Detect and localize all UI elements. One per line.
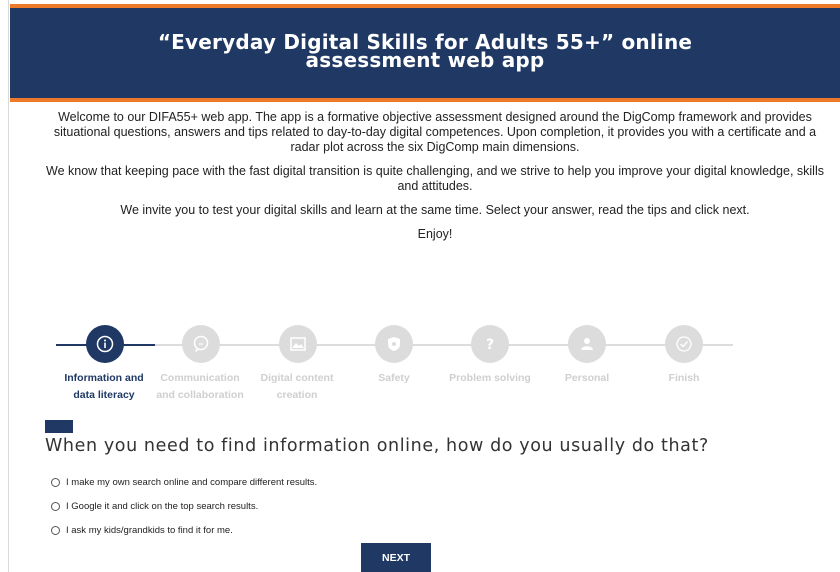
step-label-information: Information and data literacy xyxy=(64,372,144,401)
header-accent-bar xyxy=(10,98,840,102)
step-problem-solving[interactable]: ? xyxy=(471,325,509,363)
step-label-personal: Personal xyxy=(564,372,610,384)
step-label-digital-content: Digital content creation xyxy=(260,372,334,401)
answer-option-label: I ask my kids/grandkids to find it for m… xyxy=(66,525,233,536)
radio-button[interactable] xyxy=(51,478,60,487)
answer-option-2[interactable]: I Google it and click on the top search … xyxy=(51,501,258,512)
answer-option-label: I make my own search online and compare … xyxy=(66,477,318,488)
person-icon xyxy=(581,338,593,350)
intro-paragraph-invite: We invite you to test your digital skill… xyxy=(120,203,750,217)
stepper-line-inactive xyxy=(155,344,733,346)
step-information-data-literacy[interactable] xyxy=(86,325,124,363)
shield-icon xyxy=(388,337,400,351)
page-title: “Everyday Digital Skills for Adults 55+”… xyxy=(10,8,840,72)
step-safety[interactable] xyxy=(375,325,413,363)
left-border xyxy=(8,0,9,572)
answer-option-3[interactable]: I ask my kids/grandkids to find it for m… xyxy=(51,525,233,536)
radio-button[interactable] xyxy=(51,526,60,535)
chat-icon xyxy=(193,335,209,352)
image-icon xyxy=(290,337,306,351)
intro-paragraph-challenge: We know that keeping pace with the fast … xyxy=(46,164,824,193)
check-icon xyxy=(676,336,692,352)
info-icon xyxy=(96,335,114,353)
answer-option-1[interactable]: I make my own search online and compare … xyxy=(51,477,317,488)
step-communication-collaboration[interactable] xyxy=(182,325,220,363)
step-personal[interactable] xyxy=(568,325,606,363)
answer-option-label: I Google it and click on the top search … xyxy=(66,501,259,512)
svg-text:?: ? xyxy=(486,337,494,353)
intro-text: Welcome to our DIFA55+ web app. The app … xyxy=(40,110,830,251)
step-finish[interactable] xyxy=(665,325,703,363)
next-button[interactable]: NEXT xyxy=(361,543,431,572)
title-line-2: assessment web app xyxy=(305,48,545,72)
step-label-safety: Safety xyxy=(378,372,410,384)
intro-paragraph-enjoy: Enjoy! xyxy=(417,227,453,241)
step-label-problem-solving: Problem solving xyxy=(449,372,531,384)
question-icon: ? xyxy=(486,337,494,353)
question-marker xyxy=(45,420,73,433)
step-label-communication: Communication and collaboration xyxy=(156,372,244,401)
step-digital-content-creation[interactable] xyxy=(279,325,317,363)
step-label-finish: Finish xyxy=(668,372,700,384)
intro-paragraph-welcome: Welcome to our DIFA55+ web app. The app … xyxy=(53,110,817,154)
app-header: “Everyday Digital Skills for Adults 55+”… xyxy=(10,8,840,98)
radio-button[interactable] xyxy=(51,502,60,511)
question-text: When you need to find information online… xyxy=(45,436,709,456)
